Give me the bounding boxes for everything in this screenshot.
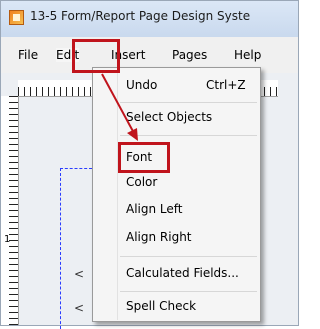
menu-item-select-objects[interactable]: Select Objects bbox=[126, 110, 212, 124]
app-icon bbox=[9, 10, 24, 25]
menu-item-calculated-fields[interactable]: Calculated Fields... bbox=[126, 266, 239, 280]
menu-help[interactable]: Help bbox=[234, 48, 261, 62]
edit-dropdown-menu: Undo Ctrl+Z Select Objects Font Color Al… bbox=[92, 67, 261, 322]
menu-item-align-left[interactable]: Align Left bbox=[126, 202, 183, 216]
menu-item-spell-check[interactable]: Spell Check bbox=[126, 299, 196, 313]
menu-separator bbox=[120, 256, 257, 257]
undo-shortcut: Ctrl+Z bbox=[206, 78, 246, 92]
menu-separator bbox=[120, 135, 257, 136]
canvas-object[interactable]: < bbox=[74, 267, 84, 281]
menu-separator bbox=[120, 291, 257, 292]
font-highlight-box bbox=[118, 142, 170, 173]
canvas-object[interactable]: < bbox=[74, 301, 84, 315]
menu-item-align-right[interactable]: Align Right bbox=[126, 230, 192, 244]
menu-item-undo[interactable]: Undo bbox=[126, 78, 157, 92]
menu-file[interactable]: File bbox=[18, 48, 38, 62]
ruler-number: 1 bbox=[4, 234, 11, 245]
menu-separator bbox=[120, 102, 257, 103]
vertical-ruler bbox=[1, 96, 19, 325]
edit-highlight-box bbox=[72, 39, 120, 73]
title-bar: 13-5 Form/Report Page Design Syste bbox=[1, 1, 298, 37]
menu-gutter bbox=[117, 69, 118, 320]
window-title: 13-5 Form/Report Page Design Syste bbox=[30, 9, 251, 23]
menu-item-color[interactable]: Color bbox=[126, 175, 157, 189]
menu-pages[interactable]: Pages bbox=[172, 48, 207, 62]
